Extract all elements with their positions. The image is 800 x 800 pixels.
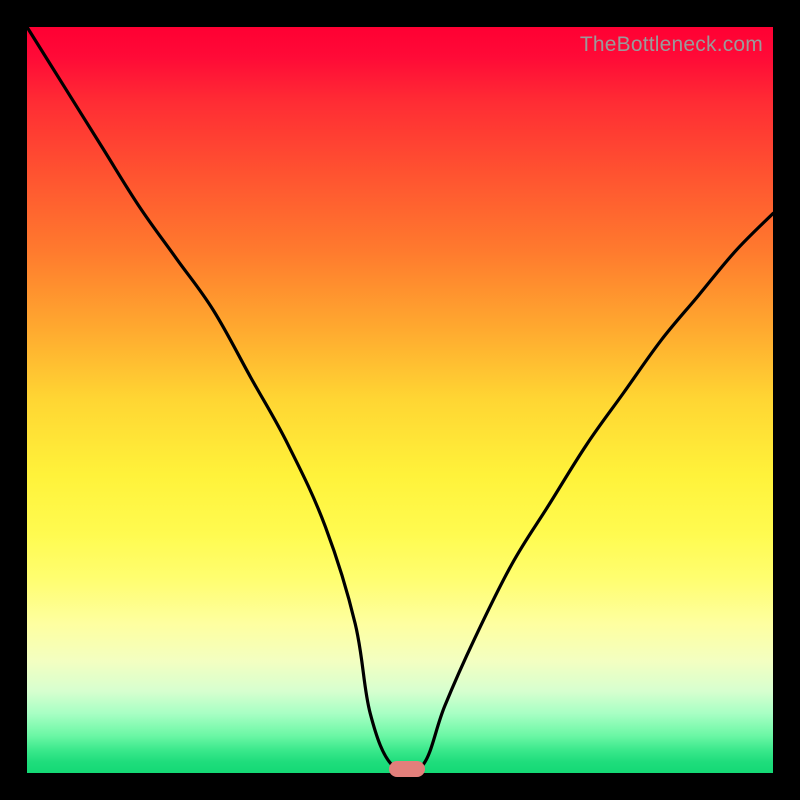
bottleneck-curve — [27, 27, 773, 773]
plot-area: TheBottleneck.com — [27, 27, 773, 773]
optimal-marker — [389, 761, 425, 777]
curve-path — [27, 27, 773, 773]
chart-frame: TheBottleneck.com — [0, 0, 800, 800]
